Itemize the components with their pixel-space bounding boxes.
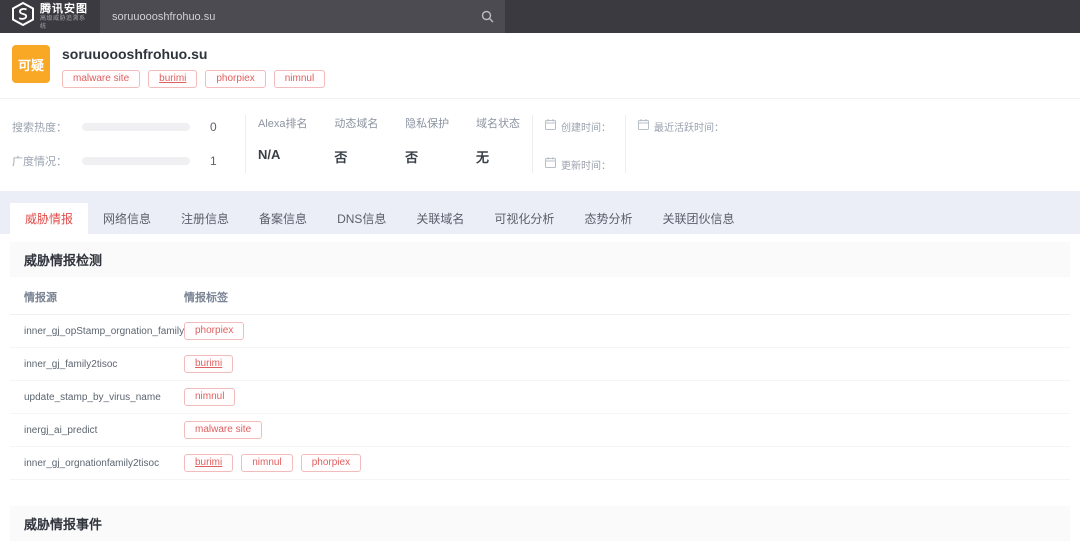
intel-source: inergj_ai_predict (24, 425, 184, 436)
update-time: 更新时间： (545, 155, 613, 173)
meter-value: 1 (210, 154, 217, 168)
search-icon[interactable] (469, 0, 505, 33)
detection-table-header: 情报源 情报标签 (10, 277, 1070, 315)
calendar-icon (545, 155, 556, 173)
heat-meters: 搜索热度： 0 广度情况： 1 (0, 115, 245, 173)
intel-source: update_stamp_by_virus_name (24, 392, 184, 403)
domain-status: 域名状态 无 (476, 115, 520, 173)
time-label: 更新时间： (561, 157, 611, 172)
logo-subtitle: 高级威胁追溯系统 (40, 15, 88, 31)
calendar-icon (545, 117, 556, 135)
tag-malware-site[interactable]: malware site (184, 421, 262, 439)
tag-nimnul[interactable]: nimnul (274, 70, 325, 88)
tab-registration-info[interactable]: 注册信息 (166, 203, 244, 234)
create-time: 创建时间： (545, 117, 613, 135)
tab-related-gang-info[interactable]: 关联团伙信息 (647, 203, 749, 234)
intel-source: inner_gj_orgnationfamily2tisoc (24, 458, 184, 469)
tag-nimnul[interactable]: nimnul (241, 454, 292, 472)
antu-logo-icon (12, 2, 34, 31)
table-row: update_stamp_by_virus_name nimnul (10, 381, 1070, 414)
tab-icp-info[interactable]: 备案信息 (244, 203, 322, 234)
table-row: inner_gj_opStamp_orgnation_family phorpi… (10, 315, 1070, 348)
tag-burimi[interactable]: burimi (148, 70, 197, 88)
tag-burimi[interactable]: burimi (184, 355, 233, 373)
search-input[interactable] (100, 11, 469, 23)
progress-bar (82, 123, 190, 131)
tab-related-domains[interactable]: 关联域名 (401, 203, 479, 234)
meter-label: 广度情况： (12, 153, 74, 169)
intel-source: inner_gj_opStamp_orgnation_family (24, 326, 184, 337)
events-table-header: 名称 摘要 (10, 541, 1070, 550)
progress-bar (82, 157, 190, 165)
fact-label: Alexa排名 (258, 115, 308, 131)
section-gap (10, 480, 1070, 506)
page-title: soruuoooshfrohuo.su (62, 46, 325, 62)
time-column-2: 最近活跃时间： (626, 115, 1080, 173)
fact-label: 动态域名 (334, 115, 378, 131)
tab-content: 威胁情报检测 情报源 情报标签 inner_gj_opStamp_orgnati… (0, 234, 1080, 550)
table-row: inergj_ai_predict malware site (10, 414, 1070, 447)
table-row: inner_gj_family2tisoc burimi (10, 348, 1070, 381)
tag-malware-site[interactable]: malware site (62, 70, 140, 88)
fact-value: 否 (334, 147, 378, 166)
logo-title: 腾讯安图 (40, 3, 88, 15)
calendar-icon (638, 117, 649, 135)
top-navbar: 腾讯安图 高级威胁追溯系统 (0, 0, 1080, 33)
detail-tabs: 威胁情报 网络信息 注册信息 备案信息 DNS信息 关联域名 可视化分析 态势分… (0, 203, 1080, 234)
threat-tags: malware site burimi phorpiex nimnul (62, 70, 325, 88)
tab-visual-analysis[interactable]: 可视化分析 (479, 203, 569, 234)
table-row: inner_gj_orgnationfamily2tisoc burimi ni… (10, 447, 1070, 480)
fact-label: 域名状态 (476, 115, 520, 131)
search-heat-meter: 搜索热度： 0 (12, 119, 233, 135)
verdict-badge: 可疑 (12, 45, 50, 83)
meter-label: 搜索热度： (12, 119, 74, 135)
tag-phorpiex[interactable]: phorpiex (184, 322, 244, 340)
breadth-meter: 广度情况： 1 (12, 153, 233, 169)
time-label: 最近活跃时间： (654, 119, 724, 134)
domain-header: 可疑 soruuoooshfrohuo.su malware site buri… (0, 33, 1080, 98)
stats-row: 搜索热度： 0 广度情况： 1 Alexa排名 N/A 动态域名 否 隐私保护 … (0, 98, 1080, 191)
tab-situation-analysis[interactable]: 态势分析 (569, 203, 647, 234)
tag-phorpiex[interactable]: phorpiex (205, 70, 265, 88)
intel-source: inner_gj_family2tisoc (24, 359, 184, 370)
last-active-time: 最近活跃时间： (638, 117, 1068, 135)
time-column-1: 创建时间： 更新时间： (533, 115, 625, 173)
tag-burimi[interactable]: burimi (184, 454, 233, 472)
privacy-protection: 隐私保护 否 (405, 115, 449, 173)
tab-network-info[interactable]: 网络信息 (88, 203, 166, 234)
fact-value: 无 (476, 147, 520, 166)
dynamic-domain: 动态域名 否 (334, 115, 378, 173)
alexa-rank: Alexa排名 N/A (258, 115, 308, 173)
domain-facts: Alexa排名 N/A 动态域名 否 隐私保护 否 域名状态 无 (246, 115, 532, 173)
fact-label: 隐私保护 (405, 115, 449, 131)
app-logo[interactable]: 腾讯安图 高级威胁追溯系统 (0, 0, 100, 33)
tab-threat-intel[interactable]: 威胁情报 (10, 203, 88, 234)
tab-dns-info[interactable]: DNS信息 (322, 203, 401, 234)
meter-value: 0 (210, 120, 217, 134)
section-title-events: 威胁情报事件 (10, 506, 1070, 541)
time-label: 创建时间： (561, 119, 611, 134)
fact-value: N/A (258, 147, 308, 162)
tag-nimnul[interactable]: nimnul (184, 388, 235, 406)
tag-phorpiex[interactable]: phorpiex (301, 454, 361, 472)
column-header-tags: 情报标签 (184, 289, 228, 305)
section-title-detection: 威胁情报检测 (10, 242, 1070, 277)
fact-value: 否 (405, 147, 449, 166)
column-header-source: 情报源 (24, 289, 184, 305)
domain-search-bar (100, 0, 505, 33)
